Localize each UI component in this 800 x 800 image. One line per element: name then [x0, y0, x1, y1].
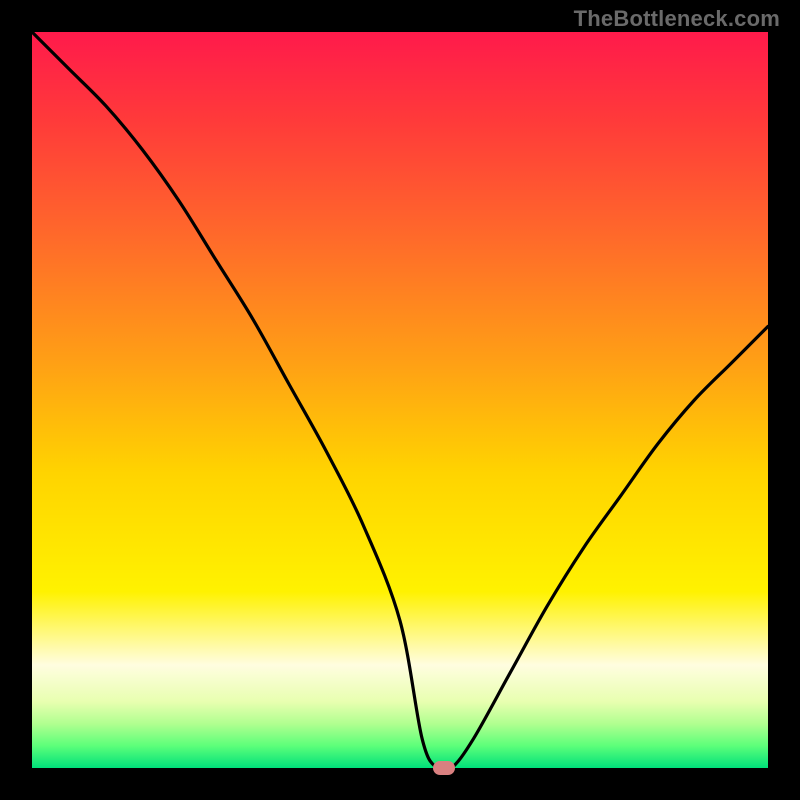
chart-frame: TheBottleneck.com	[0, 0, 800, 800]
curve-svg	[32, 32, 768, 768]
minimum-marker	[433, 761, 455, 775]
watermark-text: TheBottleneck.com	[574, 6, 780, 32]
bottleneck-curve	[32, 32, 768, 768]
plot-area	[32, 32, 768, 768]
